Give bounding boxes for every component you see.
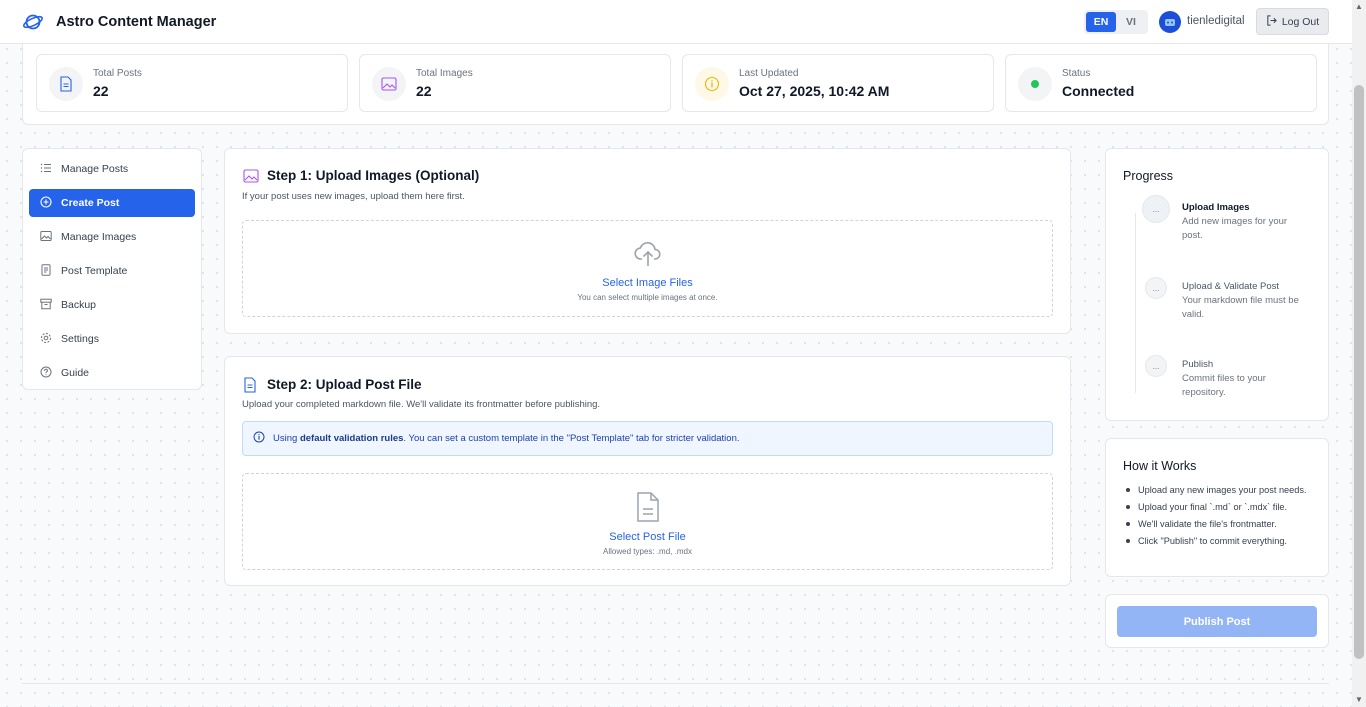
sidebar-item-label: Manage Posts xyxy=(61,163,129,175)
sidebar-nav: Manage Posts Create Post Manage Images P… xyxy=(22,148,202,390)
logout-label: Log Out xyxy=(1281,15,1320,28)
stat-value: Oct 27, 2025, 10:42 AM xyxy=(739,83,890,99)
sidebar-item-manage-posts[interactable]: Manage Posts xyxy=(29,155,195,183)
sidebar-item-settings[interactable]: Settings xyxy=(29,325,195,353)
step2-title: Step 2: Upload Post File xyxy=(267,377,422,392)
list-item: Click "Publish" to commit everything. xyxy=(1123,534,1319,548)
stat-value: 22 xyxy=(93,83,109,99)
progress-title: Progress xyxy=(1123,169,1174,183)
how-it-works-card: How it Works Upload any new images your … xyxy=(1105,438,1329,577)
planet-logo-icon xyxy=(22,12,44,32)
plus-circle-icon xyxy=(40,195,52,211)
image-dropzone[interactable]: Select Image Files You can select multip… xyxy=(242,220,1053,317)
stat-label: Total Images xyxy=(416,68,473,79)
stat-label: Status xyxy=(1062,68,1091,79)
select-image-files-link[interactable]: Select Image Files xyxy=(602,277,692,289)
stat-value: 22 xyxy=(416,83,432,99)
validation-info-banner: Using default validation rules. You can … xyxy=(242,421,1053,456)
lang-vi-button[interactable]: VI xyxy=(1116,12,1146,32)
step-title: Upload Images xyxy=(1182,202,1250,213)
sidebar-item-label: Guide xyxy=(61,367,90,379)
info-circle-icon xyxy=(695,67,729,101)
select-post-file-link[interactable]: Select Post File xyxy=(609,531,685,543)
file-text-icon xyxy=(635,492,661,527)
archive-icon xyxy=(40,298,52,313)
stat-total-images: Total Images 22 xyxy=(359,54,671,112)
document-icon xyxy=(49,67,83,101)
list-item: We'll validate the file's frontmatter. xyxy=(1123,517,1319,531)
progress-timeline-line xyxy=(1135,213,1136,393)
validation-info-text: Using default validation rules. You can … xyxy=(273,433,740,444)
sidebar-item-manage-images[interactable]: Manage Images xyxy=(29,223,195,251)
language-toggle: EN VI xyxy=(1084,10,1148,34)
document-icon xyxy=(243,377,257,398)
step-description: Add new images for your post. xyxy=(1182,216,1288,241)
step-description: Your markdown file must be valid. xyxy=(1182,295,1299,320)
step-marker: ... xyxy=(1145,277,1167,299)
progress-card: Progress ... Upload Images Add new image… xyxy=(1105,148,1329,421)
stat-label: Total Posts xyxy=(93,68,142,79)
cloud-upload-icon xyxy=(633,238,663,273)
sidebar-item-backup[interactable]: Backup xyxy=(29,291,195,319)
post-file-dropzone[interactable]: Select Post File Allowed types: .md, .md… xyxy=(242,473,1053,570)
stat-total-posts: Total Posts 22 xyxy=(36,54,348,112)
logout-button[interactable]: Log Out xyxy=(1256,8,1329,35)
step1-card: Step 1: Upload Images (Optional) If your… xyxy=(224,148,1071,334)
step-marker: ... xyxy=(1145,355,1167,377)
sidebar-item-guide[interactable]: Guide xyxy=(29,359,195,387)
step-title: Publish xyxy=(1182,359,1214,370)
info-circle-icon xyxy=(253,431,265,446)
step1-title: Step 1: Upload Images (Optional) xyxy=(267,168,480,183)
image-icon xyxy=(372,67,406,101)
page-scrollbar[interactable]: ▲ ▼ xyxy=(1352,0,1366,707)
image-icon xyxy=(243,169,259,188)
list-item: Upload your final `.md` or `.mdx` file. xyxy=(1123,500,1319,514)
app-title: Astro Content Manager xyxy=(56,14,217,30)
how-it-works-title: How it Works xyxy=(1123,459,1197,473)
status-dot-icon xyxy=(1018,67,1052,101)
sidebar-item-create-post[interactable]: Create Post xyxy=(29,189,195,217)
logout-icon xyxy=(1266,14,1277,29)
post-file-dropzone-hint: Allowed types: .md, .mdx xyxy=(603,547,692,556)
sidebar-item-post-template[interactable]: Post Template xyxy=(29,257,195,285)
validation-rules-emphasis: default validation rules xyxy=(299,433,404,444)
help-icon xyxy=(40,366,52,381)
step-description: Commit files to your repository. xyxy=(1182,373,1266,398)
image-icon xyxy=(40,230,52,245)
sidebar-item-label: Create Post xyxy=(61,197,120,209)
list-icon xyxy=(40,162,52,177)
image-dropzone-hint: You can select multiple images at once. xyxy=(577,293,718,302)
template-icon xyxy=(40,263,52,279)
step1-description: If your post uses new images, upload the… xyxy=(242,191,465,202)
how-it-works-list: Upload any new images your post needs. U… xyxy=(1123,483,1319,551)
publish-card: Publish Post xyxy=(1105,594,1329,648)
sidebar-item-label: Manage Images xyxy=(61,231,137,243)
step2-card: Step 2: Upload Post File Upload your com… xyxy=(224,356,1071,586)
stats-bar: Total Posts 22 Total Images 22 Last Upda… xyxy=(22,44,1329,125)
step-marker: ... xyxy=(1142,195,1170,223)
lang-en-button[interactable]: EN xyxy=(1086,12,1116,32)
list-item: Upload any new images your post needs. xyxy=(1123,483,1319,497)
footer-divider xyxy=(22,683,1329,684)
sidebar-item-label: Settings xyxy=(61,333,99,345)
scroll-down-arrow-icon[interactable]: ▼ xyxy=(1355,696,1363,704)
stat-last-updated: Last Updated Oct 27, 2025, 10:42 AM xyxy=(682,54,994,112)
publish-post-button[interactable]: Publish Post xyxy=(1117,606,1317,637)
username: tienledigital xyxy=(1187,15,1245,27)
scroll-up-arrow-icon[interactable]: ▲ xyxy=(1355,3,1363,11)
step-title: Upload & Validate Post xyxy=(1182,281,1279,292)
sidebar-item-label: Post Template xyxy=(61,265,128,277)
top-header: Astro Content Manager EN VI tienledigita… xyxy=(0,0,1352,44)
step2-description: Upload your completed markdown file. We'… xyxy=(242,399,601,410)
stat-status: Status Connected xyxy=(1005,54,1317,112)
scroll-thumb[interactable] xyxy=(1354,85,1364,659)
avatar[interactable] xyxy=(1159,11,1181,33)
sidebar-item-label: Backup xyxy=(61,299,97,311)
status-value: Connected xyxy=(1062,83,1135,99)
stat-label: Last Updated xyxy=(739,68,799,79)
gear-icon xyxy=(40,332,52,347)
